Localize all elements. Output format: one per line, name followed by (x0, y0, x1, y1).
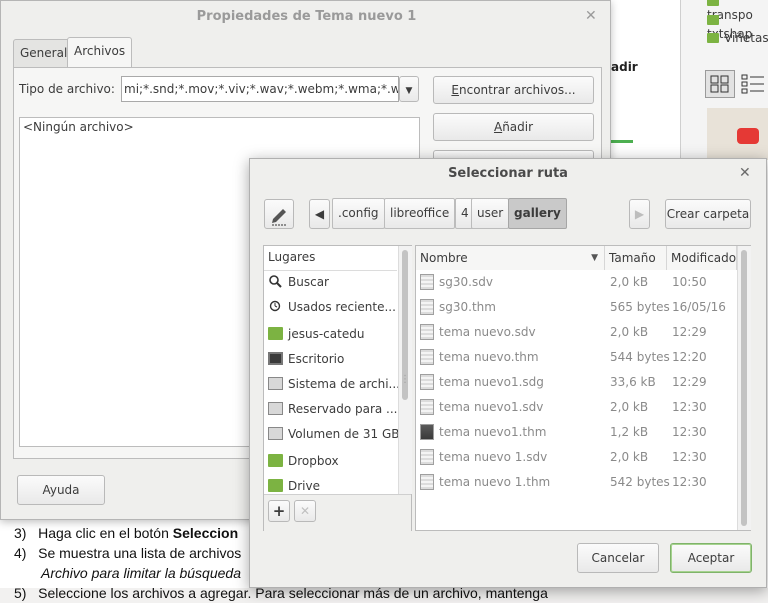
file-row[interactable]: tema nuevo1.sdg 33,6 kB 12:29 (416, 370, 738, 395)
place-home[interactable]: jesus-catedu (268, 322, 364, 347)
places-pane: Lugares Buscar Usados reciente... jesus-… (263, 245, 412, 531)
edit-path-button[interactable] (264, 199, 294, 229)
place-buscar[interactable]: Buscar (268, 270, 329, 295)
file-row[interactable]: sg30.sdv 2,0 kB 10:50 (416, 270, 738, 295)
place-desktop[interactable]: Escritorio (268, 347, 344, 372)
remove-place-button[interactable]: ✕ (294, 500, 316, 522)
image-file-icon (420, 424, 434, 440)
find-files-button[interactable]: Encontrar archivos... (433, 76, 594, 104)
icon-view-button[interactable] (705, 70, 735, 98)
sort-down-icon: ▼ (591, 253, 598, 263)
dialog-title: Propiedades de Tema nuevo 1 (196, 9, 417, 24)
doc-steps: 3) Haga clic en el botón Seleccion 4) Se… (14, 523, 548, 603)
tab-general[interactable]: General (13, 39, 75, 67)
folder-icon (707, 33, 719, 43)
chevron-down-icon: ▼ (405, 86, 413, 96)
close-icon[interactable]: ✕ (739, 165, 751, 181)
column-name[interactable]: Nombre ▼ (416, 246, 605, 270)
list-view-button[interactable] (739, 70, 767, 98)
place-dropbox[interactable]: Dropbox (268, 449, 339, 474)
grid-view-icon (710, 75, 729, 93)
file-icon (420, 299, 434, 315)
help-button[interactable]: Ayuda (17, 475, 105, 505)
plus-icon: + (272, 502, 286, 520)
file-icon (420, 449, 434, 465)
path-forward-button[interactable]: ▶ (629, 199, 650, 229)
desktop-icon (268, 352, 283, 365)
file-list-pane: Nombre ▼ Tamaño Modificado sg30.sdv 2,0 k… (415, 245, 751, 531)
place-volume[interactable]: Volumen de 31 GB (268, 422, 399, 447)
file-icon (420, 474, 434, 490)
path-segment-libreoffice[interactable]: libreoffice (384, 198, 456, 229)
chevron-right-icon: ▶ (634, 207, 645, 221)
folder-icon (268, 454, 283, 467)
gallery-thumbnail[interactable] (707, 108, 768, 160)
file-icon (420, 399, 434, 415)
create-folder-button[interactable]: Crear carpeta (665, 199, 751, 229)
place-recent[interactable]: Usados reciente... (268, 295, 396, 320)
pencil-icon (272, 209, 287, 226)
doc-step-cont: Archivo para limitar la búsqueda (41, 565, 241, 581)
tab-archivos[interactable]: Archivos (67, 37, 133, 68)
file-type-combo[interactable]: mi;*.snd;*.mov;*.viv;*.wav;*.webm;*.wma;… (121, 76, 399, 102)
path-back-button[interactable]: ◀ (309, 199, 330, 229)
place-system[interactable]: Sistema de archi... (268, 372, 400, 397)
gallery-sidebar: transpo txtshap Viñetas (680, 0, 768, 160)
drive-icon (268, 377, 283, 390)
accept-button[interactable]: Aceptar (670, 543, 752, 573)
files-empty-text: <Ningún archivo> (23, 120, 134, 134)
list-view-icon (741, 74, 764, 94)
folder-icon (707, 0, 719, 6)
doc-step: 4) Se muestra una lista de archivos (14, 545, 242, 561)
doc-step: 5) Seleccione los archivos a agregar. Pa… (14, 585, 548, 601)
file-row[interactable]: tema nuevo1.thm 1,2 kB 12:30 (416, 420, 738, 445)
drive-icon (268, 427, 283, 440)
file-row[interactable]: tema nuevo.thm 544 bytes 12:20 (416, 345, 738, 370)
file-type-dropdown-button[interactable]: ▼ (399, 76, 419, 102)
file-icon (420, 349, 434, 365)
pane-resize-handle[interactable]: ⋮ (400, 374, 410, 385)
places-header: Lugares (268, 250, 316, 264)
file-row[interactable]: tema nuevo 1.thm 542 bytes 12:30 (416, 470, 738, 495)
doc-green-line (611, 140, 633, 143)
file-row[interactable]: sg30.thm 565 bytes 16/05/16 (416, 295, 738, 320)
home-folder-icon (268, 327, 283, 340)
places-scrollbar[interactable] (398, 246, 412, 494)
file-row[interactable]: tema nuevo 1.sdv 2,0 kB 12:30 (416, 445, 738, 470)
close-icon[interactable]: ✕ (585, 8, 597, 24)
drive-icon (268, 402, 283, 415)
files-scrollbar[interactable] (737, 246, 751, 530)
close-icon: ✕ (299, 504, 311, 518)
chevron-left-icon: ◀ (314, 207, 325, 221)
file-icon (420, 374, 434, 390)
search-icon (268, 272, 283, 288)
folder-icon (268, 479, 283, 492)
column-modified[interactable]: Modificado (667, 246, 737, 270)
history-icon (268, 297, 283, 312)
file-icon (420, 274, 434, 290)
sidebar-item[interactable]: Viñetas (707, 31, 768, 45)
place-reserved[interactable]: Reservado para ... (268, 397, 398, 422)
column-size[interactable]: Tamaño (605, 246, 667, 270)
path-segment-gallery[interactable]: gallery (508, 198, 567, 229)
file-row[interactable]: tema nuevo1.sdv 2,0 kB 12:30 (416, 395, 738, 420)
cancel-button[interactable]: Cancelar (577, 543, 659, 573)
path-segment-user[interactable]: user (471, 198, 510, 229)
dialog-title: Seleccionar ruta (448, 166, 568, 181)
folder-icon (707, 15, 719, 25)
add-button[interactable]: Añadir (433, 113, 594, 141)
select-path-dialog: Seleccionar ruta ✕ ◀ .config libreoffice… (249, 158, 767, 588)
add-place-button[interactable]: + (268, 500, 290, 522)
file-row[interactable]: tema nuevo.sdv 2,0 kB 12:29 (416, 320, 738, 345)
video-play-icon (737, 128, 759, 144)
doc-step: 3) Haga clic en el botón Seleccion (14, 525, 239, 541)
path-segment-config[interactable]: .config (332, 198, 385, 229)
file-type-label: Tipo de archivo: (19, 82, 115, 96)
doc-cut-text: adir (611, 60, 638, 74)
file-icon (420, 324, 434, 340)
